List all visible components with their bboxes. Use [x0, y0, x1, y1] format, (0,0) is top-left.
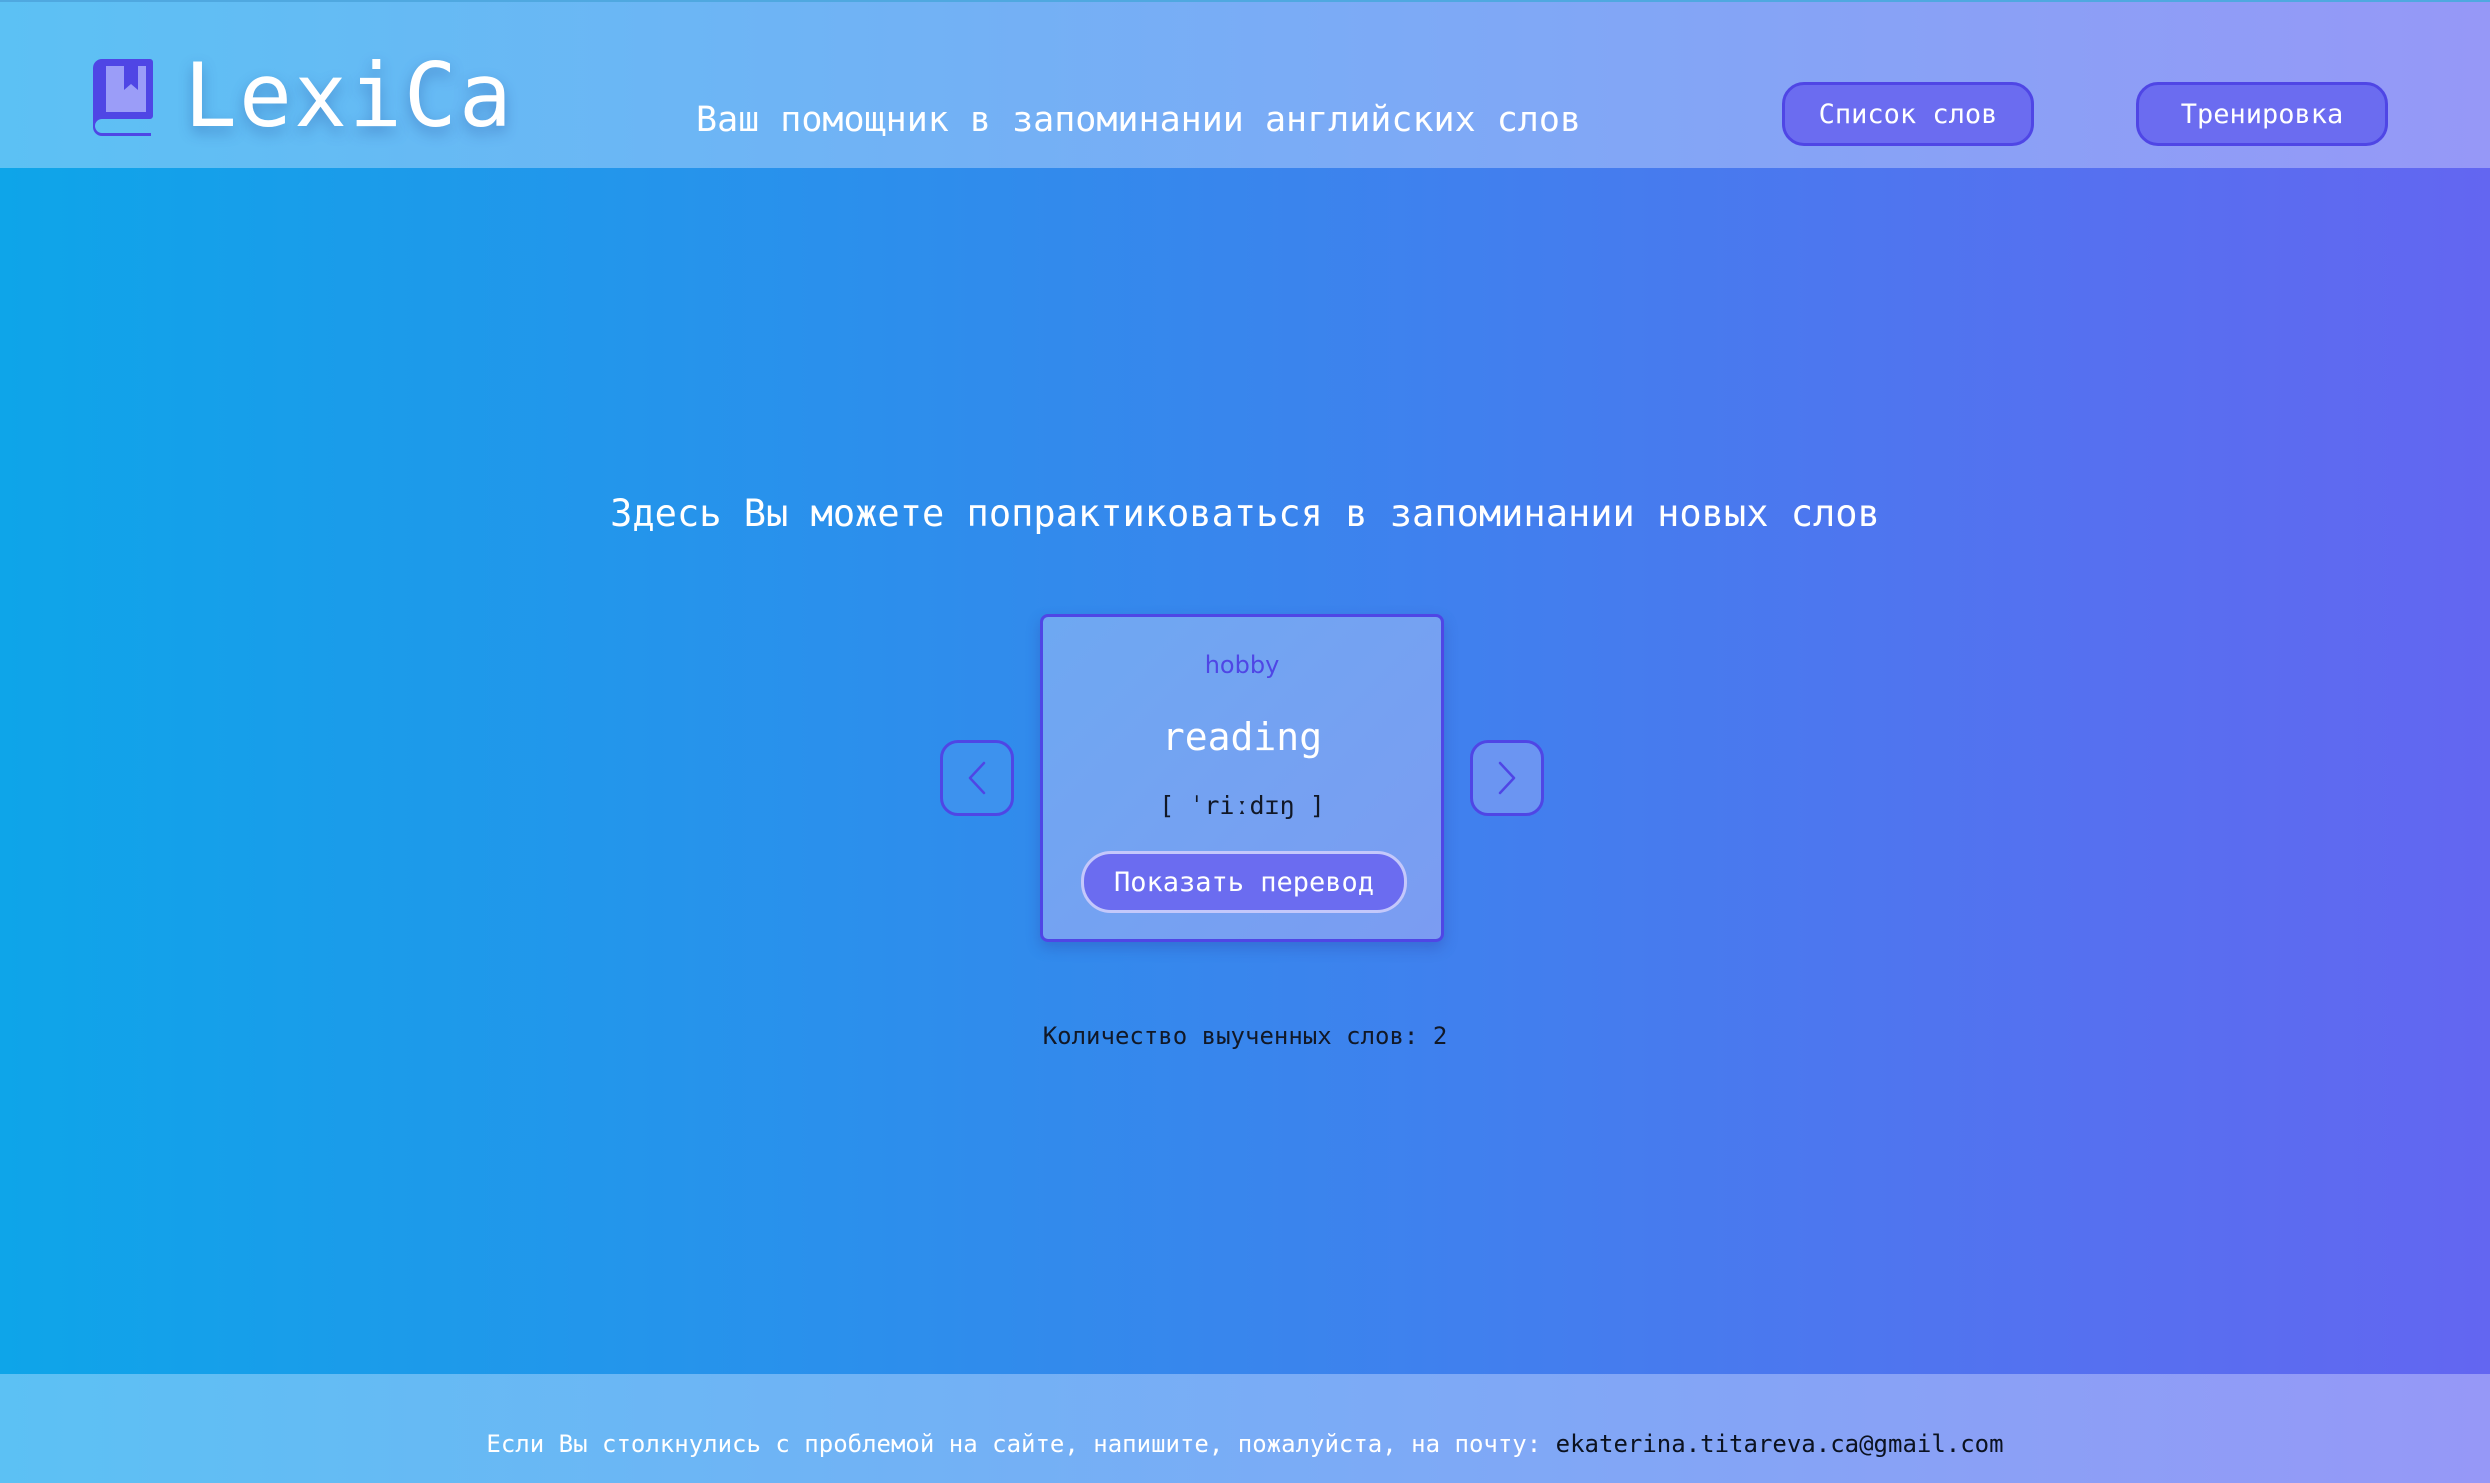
- page-heading: Здесь Вы можете попрактиковаться в запом…: [610, 492, 1880, 535]
- site-header: LexiCa Ваш помощник в запоминании англий…: [0, 0, 2490, 168]
- word-card: hobby reading [ ˈriːdɪŋ ] Показать перев…: [1040, 614, 1444, 942]
- learned-words-counter: Количество выученных слов: 2: [1042, 1022, 1448, 1050]
- tagline: Ваш помощник в запоминании английских сл…: [696, 100, 1582, 140]
- logo[interactable]: LexiCa: [90, 52, 514, 140]
- chevron-left-icon: [968, 761, 986, 795]
- card-word: reading: [1161, 715, 1323, 759]
- book-icon: [93, 59, 153, 136]
- card-topic: hobby: [1204, 651, 1280, 679]
- footer-contact: Если Вы столкнулись с проблемой на сайте…: [0, 1430, 2490, 1458]
- site-footer: Если Вы столкнулись с проблемой на сайте…: [0, 1374, 2490, 1483]
- next-card-button[interactable]: [1470, 740, 1544, 816]
- training-button[interactable]: Тренировка: [2136, 82, 2388, 146]
- card-transcription: [ ˈriːdɪŋ ]: [1159, 791, 1325, 820]
- footer-email-link[interactable]: ekaterina.titareva.ca@gmail.com: [1556, 1430, 2004, 1458]
- previous-card-button[interactable]: [940, 740, 1014, 816]
- word-list-button[interactable]: Список слов: [1782, 82, 2034, 146]
- show-translation-button[interactable]: Показать перевод: [1081, 851, 1407, 913]
- logo-text: LexiCa: [184, 44, 514, 147]
- chevron-right-icon: [1498, 761, 1516, 795]
- footer-text: Если Вы столкнулись с проблемой на сайте…: [486, 1430, 1542, 1458]
